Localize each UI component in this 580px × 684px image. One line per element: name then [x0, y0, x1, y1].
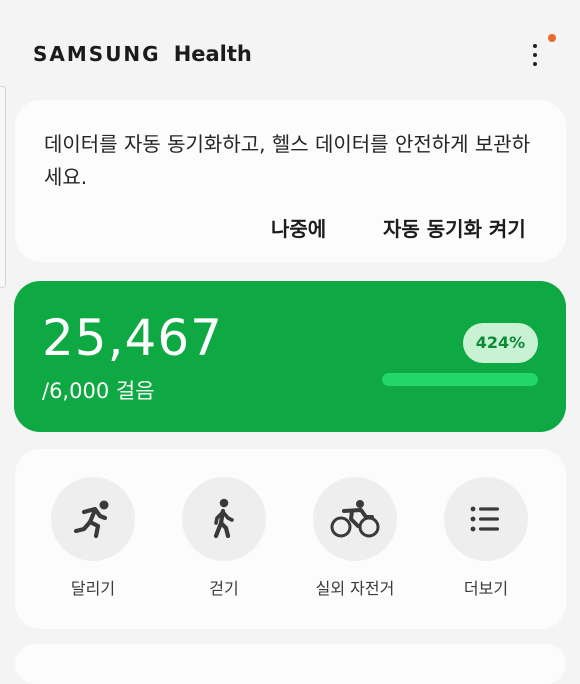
activity-walking[interactable]: 걷기 [174, 477, 274, 599]
list-icon [470, 506, 499, 532]
activity-label: 달리기 [70, 579, 116, 598]
activity-more[interactable]: 더보기 [436, 477, 536, 599]
cycling-icon [330, 500, 380, 538]
activity-outdoor-cycling[interactable]: 실외 자전거 [305, 477, 405, 599]
activity-label: 실외 자전거 [315, 579, 395, 598]
steps-progress-fill [382, 373, 538, 386]
app-header: SAMSUNG Health [0, 0, 580, 100]
steps-progress-bar [382, 373, 538, 386]
app-logo: SAMSUNG Health [33, 40, 252, 70]
steps-card[interactable]: 25,467 /6,000 걸음 424% [14, 281, 566, 432]
later-button[interactable]: 나중에 [271, 213, 326, 242]
brand-name: SAMSUNG [33, 42, 161, 66]
activity-running[interactable]: 달리기 [43, 477, 143, 599]
sync-message: 데이터를 자동 동기화하고, 헬스 데이터를 안전하게 보관하세요. [44, 132, 531, 189]
activity-label: 더보기 [463, 579, 509, 598]
more-vertical-icon [533, 44, 537, 48]
sync-card: 데이터를 자동 동기화하고, 헬스 데이터를 안전하게 보관하세요. 나중에 자… [15, 100, 566, 262]
walking-icon [213, 498, 234, 539]
enable-auto-sync-button[interactable]: 자동 동기화 켜기 [383, 213, 526, 242]
steps-count: 25,467 [42, 309, 223, 367]
more-options-button[interactable] [520, 38, 550, 72]
activity-label: 걷기 [209, 579, 239, 598]
notification-dot [548, 34, 556, 42]
percent-badge: 424% [463, 323, 538, 363]
steps-goal: /6,000 걸음 [42, 379, 155, 403]
activity-card: 달리기 걷기 실외 자전거 더보기 [15, 449, 566, 629]
running-icon [73, 500, 109, 539]
next-card [15, 644, 566, 684]
side-panel-handle[interactable] [0, 86, 6, 288]
app-name: Health [173, 42, 252, 66]
